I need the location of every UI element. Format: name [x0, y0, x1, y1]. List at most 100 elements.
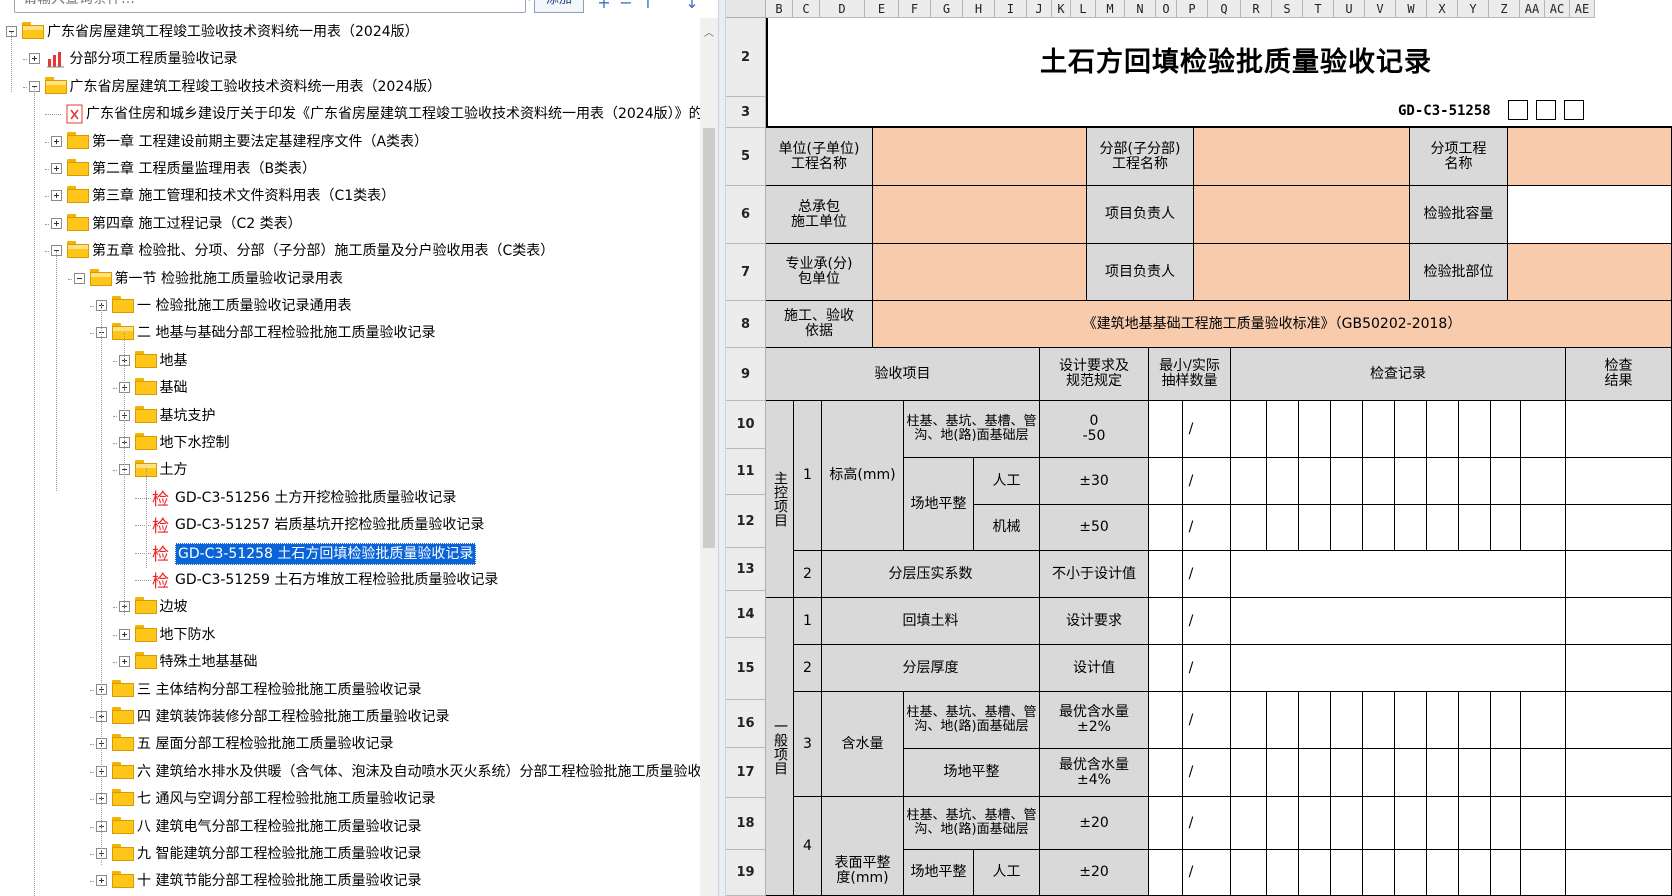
- tree-node[interactable]: 广东省房屋建筑工程竣工验收技术资料统一用表（2024版）: [0, 20, 700, 46]
- check-record-cell[interactable]: [1231, 797, 1267, 850]
- tree-node[interactable]: 五 屋面分部工程检验批施工质量验收记录: [0, 732, 700, 758]
- batch-location-label[interactable]: 检验批部位: [1410, 244, 1508, 301]
- sample-slash[interactable]: /: [1183, 749, 1199, 797]
- check-record-cell[interactable]: [1363, 458, 1395, 505]
- compaction-label[interactable]: 分层压实系数: [822, 551, 1040, 598]
- column-header[interactable]: N: [1125, 0, 1156, 18]
- tree-node-label[interactable]: 十 建筑节能分部工程检验批施工质量验收记录: [137, 871, 421, 891]
- tree-node[interactable]: 地下水控制: [0, 431, 700, 457]
- project-manager-label[interactable]: 项目负责人: [1087, 244, 1194, 301]
- tree-node[interactable]: 七 通风与空调分部工程检验批施工质量验收记录: [0, 787, 700, 813]
- tree-node[interactable]: 广东省房屋建筑工程竣工验收技术资料统一用表（2024版）: [0, 75, 700, 101]
- tree-node[interactable]: 第五章 检验批、分项、分部（子分部）施工质量及分户验收用表（C类表）: [0, 239, 700, 265]
- sample-actual[interactable]: [1199, 598, 1231, 645]
- basis-value[interactable]: 《建筑地基基础工程施工质量验收标准》（GB50202-2018）: [873, 301, 1672, 348]
- spec-value[interactable]: ±20: [1040, 850, 1149, 896]
- layer-thickness-label[interactable]: 分层厚度: [822, 645, 1040, 692]
- sample-actual[interactable]: [1199, 551, 1231, 598]
- check-record-cell[interactable]: [1491, 458, 1521, 505]
- manual-label[interactable]: 人工: [974, 850, 1040, 896]
- check-record-cell[interactable]: [1459, 797, 1491, 850]
- tree-node-label[interactable]: 五 屋面分部工程检验批施工质量验收记录: [137, 734, 393, 754]
- row-header[interactable]: 11: [726, 449, 766, 495]
- check-result[interactable]: [1566, 692, 1672, 749]
- check-record-cell[interactable]: [1331, 505, 1363, 551]
- sample-min[interactable]: [1149, 401, 1183, 458]
- spec-value[interactable]: 设计值: [1040, 645, 1149, 692]
- check-result[interactable]: [1566, 505, 1672, 551]
- check-record-cell[interactable]: [1491, 797, 1521, 850]
- tree-scrollbar[interactable]: ︿: [700, 18, 718, 896]
- check-record-cell[interactable]: [1427, 749, 1459, 797]
- column-header[interactable]: O: [1156, 0, 1177, 18]
- check-record-cell[interactable]: [1395, 692, 1427, 749]
- column-header[interactable]: J: [1027, 0, 1052, 18]
- check-record-cell[interactable]: [1459, 692, 1491, 749]
- tree-node[interactable]: 检 GD-C3-51257 岩质基坑开挖检验批质量验收记录: [0, 513, 700, 539]
- subcontractor-label[interactable]: 专业承(分) 包单位: [766, 244, 873, 301]
- check-result[interactable]: [1566, 797, 1672, 850]
- tree-node[interactable]: 分部分项工程质量验收记录: [0, 47, 700, 73]
- tree-node-label[interactable]: GD-C3-51259 土石方堆放工程检验批质量验收记录: [175, 570, 498, 590]
- sample-min[interactable]: [1149, 551, 1183, 598]
- column-header[interactable]: AC: [1545, 0, 1570, 18]
- check-record-cell[interactable]: [1231, 401, 1267, 458]
- tree-node[interactable]: 第三章 施工管理和技术文件资料用表（C1类表）: [0, 184, 700, 210]
- header-sample[interactable]: 最小/实际 抽样数量: [1149, 348, 1231, 401]
- row-header[interactable]: 7: [726, 244, 766, 301]
- subcontractor-field[interactable]: [873, 244, 1087, 301]
- tree-node[interactable]: 基础: [0, 376, 700, 402]
- sample-actual[interactable]: [1199, 645, 1231, 692]
- check-record[interactable]: [1231, 551, 1566, 598]
- row-header[interactable]: 9: [726, 348, 766, 401]
- column-header[interactable]: G: [931, 0, 963, 18]
- sample-actual[interactable]: [1199, 850, 1231, 896]
- fill-material-label[interactable]: 回填土料: [822, 598, 1040, 645]
- tree-node[interactable]: 第一节 检验批施工质量验收记录用表: [0, 267, 700, 293]
- site-level-label[interactable]: 场地平整: [904, 749, 1040, 797]
- sample-actual[interactable]: [1199, 401, 1231, 458]
- check-record-cell[interactable]: [1267, 458, 1299, 505]
- expand-icon[interactable]: [51, 163, 62, 174]
- base-layer-label[interactable]: 柱基、基坑、基槽、管沟、地(路)面基础层: [904, 401, 1040, 458]
- spec-value[interactable]: ±20: [1040, 797, 1149, 850]
- item-number[interactable]: 2: [794, 645, 822, 692]
- expand-icon[interactable]: [28, 53, 40, 65]
- check-record-cell[interactable]: [1363, 850, 1395, 896]
- header-item[interactable]: 验收项目: [766, 348, 1040, 401]
- tree-node-label[interactable]: 地下防水: [160, 625, 216, 645]
- tree-node[interactable]: 九 智能建筑分部工程检验批施工质量验收记录: [0, 842, 700, 868]
- check-record-cell[interactable]: [1363, 401, 1395, 458]
- column-header[interactable]: M: [1096, 0, 1125, 18]
- sample-slash[interactable]: /: [1183, 505, 1199, 551]
- spec-value[interactable]: 设计要求: [1040, 598, 1149, 645]
- check-record-cell[interactable]: [1331, 797, 1363, 850]
- check-record-cell[interactable]: [1521, 797, 1566, 850]
- tree-node[interactable]: 第四章 施工过程记录（C2 类表）: [0, 212, 700, 238]
- machine-label[interactable]: 机械: [974, 505, 1040, 551]
- select-all-corner[interactable]: [726, 0, 766, 18]
- batch-capacity-label[interactable]: 检验批容量: [1410, 186, 1508, 244]
- contractor-field[interactable]: [873, 186, 1087, 244]
- tree-node-label[interactable]: 七 通风与空调分部工程检验批施工质量验收记录: [137, 789, 435, 809]
- check-record-cell[interactable]: [1459, 749, 1491, 797]
- tree-node[interactable]: 地基: [0, 349, 700, 375]
- item-name-field[interactable]: [1508, 128, 1672, 186]
- check-record-cell[interactable]: [1299, 458, 1331, 505]
- basis-label[interactable]: 施工、验收 依据: [766, 301, 873, 348]
- scrollbar-thumb[interactable]: [703, 128, 715, 548]
- check-result[interactable]: [1566, 598, 1672, 645]
- check-record-cell[interactable]: [1231, 850, 1267, 896]
- sample-min[interactable]: [1149, 692, 1183, 749]
- arrow-down-icon[interactable]: ↓: [684, 0, 700, 11]
- sample-min[interactable]: [1149, 505, 1183, 551]
- expand-icon[interactable]: [51, 190, 62, 202]
- sample-slash[interactable]: /: [1183, 797, 1199, 850]
- expand-icon[interactable]: [118, 628, 130, 640]
- column-header[interactable]: U: [1334, 0, 1365, 18]
- check-record-cell[interactable]: [1491, 401, 1521, 458]
- tree-node-label[interactable]: 六 建筑给水排水及供暖（含气体、泡沫及自动喷水灭火系统）分部工程检验批施工质量验…: [137, 762, 718, 782]
- check-record-cell[interactable]: [1231, 505, 1267, 551]
- tree-node-label[interactable]: 四 建筑装饰装修分部工程检验批施工质量验收记录: [137, 707, 449, 727]
- check-record-cell[interactable]: [1395, 458, 1427, 505]
